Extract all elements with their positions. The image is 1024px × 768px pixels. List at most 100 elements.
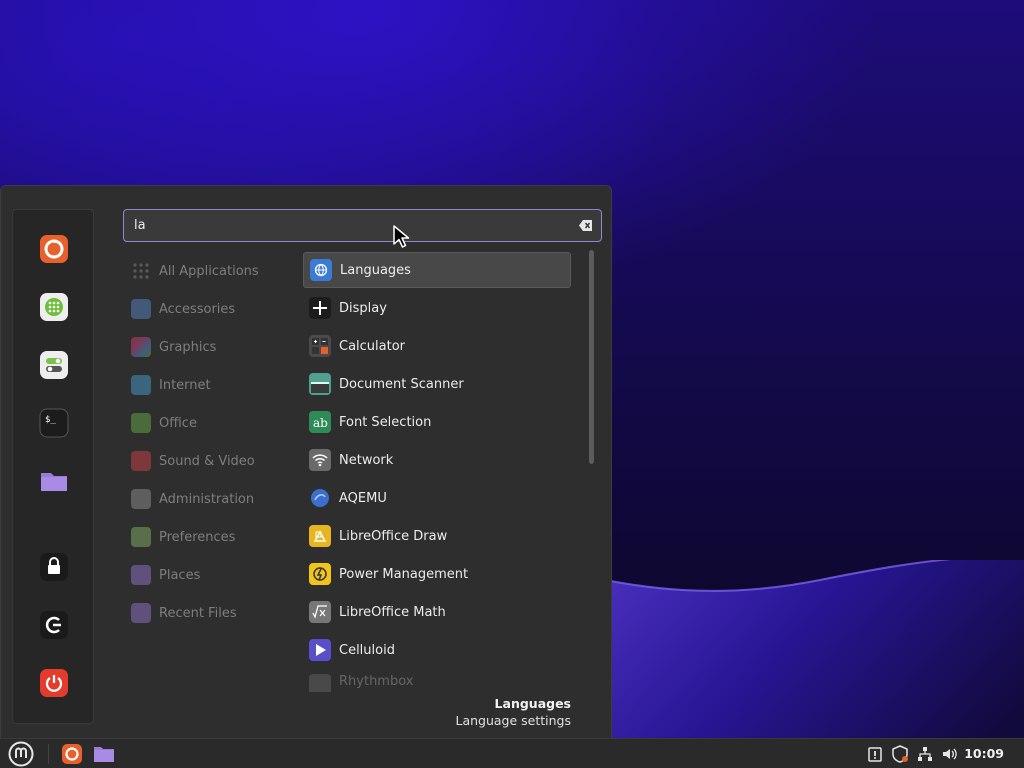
- app-item-libreoffice-math[interactable]: LibreOffice Math: [303, 594, 571, 630]
- security-tray-button[interactable]: [890, 742, 910, 766]
- category-label: Internet: [159, 377, 211, 393]
- app-label: LibreOffice Math: [339, 604, 446, 620]
- lock-icon: [40, 553, 68, 581]
- application-menu: $_ la All Applications Accessories Graph…: [0, 185, 612, 738]
- software-manager-icon: [40, 293, 68, 321]
- admin-icon: [131, 489, 151, 509]
- cloud-icon: [131, 375, 151, 395]
- terminal-icon: $_: [39, 408, 69, 438]
- logout-icon: [40, 611, 68, 639]
- network-icon: [918, 747, 932, 761]
- power-management-icon: [309, 563, 331, 585]
- palette-icon: [131, 337, 151, 357]
- app-label: Display: [339, 300, 387, 316]
- category-graphics[interactable]: Graphics: [131, 331, 296, 363]
- menu-button[interactable]: [4, 741, 38, 767]
- backspace-icon[interactable]: [579, 219, 593, 232]
- libreoffice-draw-icon: [309, 525, 331, 547]
- firefox-icon: [62, 744, 82, 764]
- category-label: Recent Files: [159, 605, 237, 621]
- results-scrollbar[interactable]: [589, 250, 594, 464]
- selected-app-title: Languages: [494, 696, 571, 711]
- app-item-calculator[interactable]: Calculator: [303, 328, 571, 364]
- update-manager-icon: [868, 747, 882, 762]
- font-icon: ab: [309, 411, 331, 433]
- wallpaper-wave: [560, 560, 1024, 738]
- app-item-languages[interactable]: Languages: [303, 252, 571, 288]
- category-label: Places: [159, 567, 201, 583]
- scanner-icon: [309, 373, 331, 395]
- lock-screen-button[interactable]: [37, 550, 71, 584]
- update-manager-button[interactable]: [866, 742, 884, 766]
- category-recent-files[interactable]: Recent Files: [131, 597, 296, 629]
- favorite-terminal[interactable]: $_: [37, 406, 71, 440]
- app-label: Power Management: [339, 566, 469, 582]
- category-label: Preferences: [159, 529, 236, 545]
- linux-mint-logo-icon: [8, 741, 34, 767]
- app-item-aqemu[interactable]: AQEMU: [303, 480, 571, 516]
- category-internet[interactable]: Internet: [131, 369, 296, 401]
- category-preferences[interactable]: Preferences: [131, 521, 296, 553]
- scissors-icon: [131, 299, 151, 319]
- taskbar-launcher-firefox[interactable]: [60, 742, 84, 766]
- app-label: Languages: [340, 262, 411, 278]
- app-label: Network: [339, 452, 394, 468]
- app-item-power-management[interactable]: Power Management: [303, 556, 571, 592]
- app-item-libreoffice-draw[interactable]: LibreOffice Draw: [303, 518, 571, 554]
- category-sound-video[interactable]: Sound & Video: [131, 445, 296, 477]
- rhythmbox-icon: [309, 674, 331, 692]
- libreoffice-math-icon: [309, 601, 331, 623]
- search-box[interactable]: [123, 209, 602, 242]
- favorite-firefox[interactable]: [37, 232, 71, 266]
- category-places[interactable]: Places: [131, 559, 296, 591]
- aqemu-icon: [309, 487, 331, 509]
- svg-text:$_: $_: [45, 415, 56, 425]
- app-item-font-selection[interactable]: ab Font Selection: [303, 404, 571, 440]
- app-item-network[interactable]: Network: [303, 442, 571, 478]
- category-office[interactable]: Office: [131, 407, 296, 439]
- category-label: Accessories: [159, 301, 236, 317]
- folder-icon: [131, 565, 151, 585]
- shield-icon: [892, 745, 908, 763]
- logout-button[interactable]: [37, 608, 71, 642]
- volume-tray-button[interactable]: [940, 742, 960, 766]
- search-input[interactable]: [134, 218, 554, 233]
- category-label: Sound & Video: [159, 453, 255, 469]
- volume-icon: [943, 748, 957, 760]
- clock[interactable]: 10:09: [964, 746, 1004, 761]
- celluloid-icon: [309, 639, 331, 661]
- shutdown-button[interactable]: [37, 666, 71, 700]
- taskbar-launcher-files[interactable]: [92, 742, 116, 766]
- app-label: Font Selection: [339, 414, 432, 430]
- category-label: Graphics: [159, 339, 217, 355]
- languages-icon: [310, 259, 332, 281]
- preferences-icon: [131, 527, 151, 547]
- category-accessories[interactable]: Accessories: [131, 293, 296, 325]
- calculator-icon: [309, 335, 331, 357]
- favorite-files[interactable]: [37, 464, 71, 498]
- favorite-settings[interactable]: [37, 348, 71, 382]
- settings-toggle-icon: [40, 351, 68, 379]
- category-all-applications[interactable]: All Applications: [131, 255, 296, 287]
- wifi-icon: [309, 449, 331, 471]
- app-item-document-scanner[interactable]: Document Scanner: [303, 366, 571, 402]
- app-label: Document Scanner: [339, 376, 464, 392]
- office-icon: [131, 413, 151, 433]
- network-tray-button[interactable]: [915, 742, 935, 766]
- firefox-icon: [40, 235, 68, 263]
- app-item-celluloid[interactable]: Celluloid: [303, 632, 571, 668]
- power-icon: [40, 669, 68, 697]
- favorite-software-manager[interactable]: [37, 290, 71, 324]
- folder-icon: [94, 747, 114, 762]
- app-item-display[interactable]: Display: [303, 290, 571, 326]
- app-label: Calculator: [339, 338, 406, 354]
- category-label: Administration: [159, 491, 255, 507]
- grid-icon: [133, 263, 149, 279]
- selected-app-description: Language settings: [455, 713, 571, 728]
- play-icon: [131, 451, 151, 471]
- favorites-sidebar: $_: [12, 209, 94, 724]
- app-label: AQEMU: [339, 490, 387, 506]
- app-label: Celluloid: [339, 642, 395, 658]
- app-item-rhythmbox[interactable]: Rhythmbox: [303, 670, 571, 692]
- category-administration[interactable]: Administration: [131, 483, 296, 515]
